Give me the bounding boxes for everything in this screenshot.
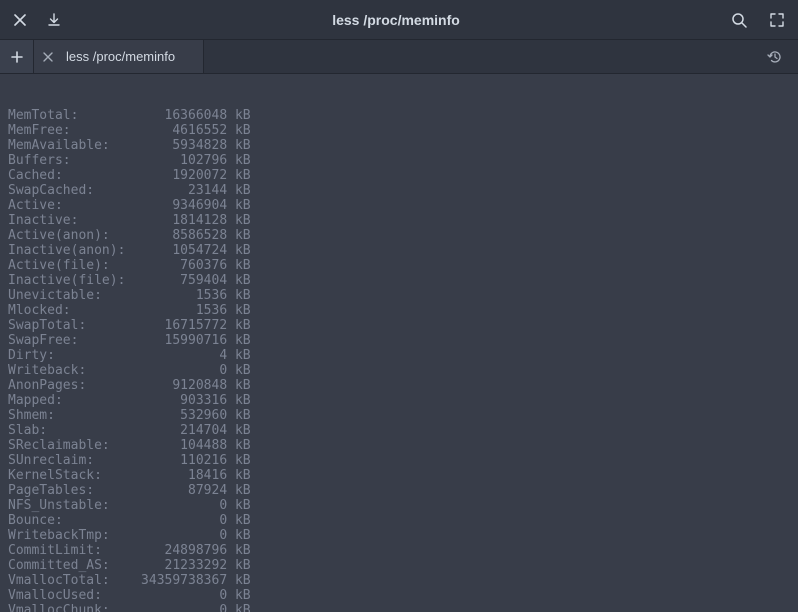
meminfo-row: SUnreclaim: 110216 kB bbox=[8, 453, 790, 468]
meminfo-row: Mlocked: 1536 kB bbox=[8, 303, 790, 318]
meminfo-row: Cached: 1920072 kB bbox=[8, 168, 790, 183]
fullscreen-icon[interactable] bbox=[768, 11, 786, 29]
close-icon[interactable] bbox=[12, 12, 28, 28]
new-tab-button[interactable] bbox=[0, 40, 34, 73]
meminfo-row: NFS_Unstable: 0 kB bbox=[8, 498, 790, 513]
meminfo-row: PageTables: 87924 kB bbox=[8, 483, 790, 498]
tab-bar: less /proc/meminfo bbox=[0, 40, 798, 74]
tabbar-right-controls bbox=[752, 40, 798, 73]
window-title: less /proc/meminfo bbox=[62, 12, 730, 28]
titlebar-left-controls bbox=[12, 12, 62, 28]
meminfo-row: Slab: 214704 kB bbox=[8, 423, 790, 438]
meminfo-row: KernelStack: 18416 kB bbox=[8, 468, 790, 483]
meminfo-row: Inactive(file): 759404 kB bbox=[8, 273, 790, 288]
meminfo-row: Unevictable: 1536 kB bbox=[8, 288, 790, 303]
tab-item[interactable]: less /proc/meminfo bbox=[34, 40, 204, 73]
tab-label: less /proc/meminfo bbox=[66, 49, 175, 64]
terminal-output[interactable]: MemTotal: 16366048 kBMemFree: 4616552 kB… bbox=[0, 74, 798, 612]
meminfo-row: Writeback: 0 kB bbox=[8, 363, 790, 378]
meminfo-row: Dirty: 4 kB bbox=[8, 348, 790, 363]
window-titlebar: less /proc/meminfo bbox=[0, 0, 798, 40]
meminfo-row: Active(anon): 8586528 kB bbox=[8, 228, 790, 243]
meminfo-row: CommitLimit: 24898796 kB bbox=[8, 543, 790, 558]
meminfo-row: Active(file): 760376 kB bbox=[8, 258, 790, 273]
tabbar-spacer bbox=[204, 40, 752, 73]
meminfo-content: MemTotal: 16366048 kBMemFree: 4616552 kB… bbox=[8, 108, 790, 612]
meminfo-row: VmallocTotal: 34359738367 kB bbox=[8, 573, 790, 588]
meminfo-row: SwapTotal: 16715772 kB bbox=[8, 318, 790, 333]
meminfo-row: Mapped: 903316 kB bbox=[8, 393, 790, 408]
meminfo-row: VmallocChunk: 0 kB bbox=[8, 603, 790, 612]
meminfo-row: Active: 9346904 kB bbox=[8, 198, 790, 213]
meminfo-row: SwapFree: 15990716 kB bbox=[8, 333, 790, 348]
history-icon[interactable] bbox=[766, 48, 784, 66]
meminfo-row: VmallocUsed: 0 kB bbox=[8, 588, 790, 603]
meminfo-row: SReclaimable: 104488 kB bbox=[8, 438, 790, 453]
search-icon[interactable] bbox=[730, 11, 748, 29]
meminfo-row: WritebackTmp: 0 kB bbox=[8, 528, 790, 543]
meminfo-row: Committed_AS: 21233292 kB bbox=[8, 558, 790, 573]
meminfo-row: AnonPages: 9120848 kB bbox=[8, 378, 790, 393]
meminfo-row: Inactive(anon): 1054724 kB bbox=[8, 243, 790, 258]
meminfo-row: Buffers: 102796 kB bbox=[8, 153, 790, 168]
download-icon[interactable] bbox=[46, 12, 62, 28]
meminfo-row: MemFree: 4616552 kB bbox=[8, 123, 790, 138]
meminfo-row: Shmem: 532960 kB bbox=[8, 408, 790, 423]
meminfo-row: Bounce: 0 kB bbox=[8, 513, 790, 528]
tab-close-icon[interactable] bbox=[40, 49, 56, 65]
meminfo-row: Inactive: 1814128 kB bbox=[8, 213, 790, 228]
meminfo-row: MemAvailable: 5934828 kB bbox=[8, 138, 790, 153]
titlebar-right-controls bbox=[730, 11, 786, 29]
meminfo-row: SwapCached: 23144 kB bbox=[8, 183, 790, 198]
meminfo-row: MemTotal: 16366048 kB bbox=[8, 108, 790, 123]
